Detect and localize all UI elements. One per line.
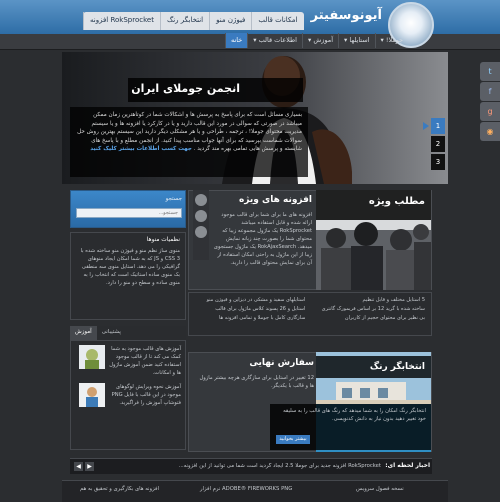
slide-caption: بسیاری مسائل است که برای پاسخ به پرسش ها… [70,107,308,177]
slide-pagination: 1 2 3 [431,118,445,172]
facebook-icon: f [488,87,492,96]
nav-item-styles[interactable]: استایلها ▾ [338,33,374,48]
nav-item-tutorials[interactable]: آموزش ▾ [301,33,338,48]
top-nav-item-roksprocket[interactable]: RokSprocket افزونه [83,12,160,30]
twitter-button[interactable]: t [480,62,500,81]
top-nav-item-fusion-menu[interactable]: فیوژن منو [209,12,251,30]
twitter-icon: t [488,67,492,76]
menu-features-module: نظمیات منوها منوی ساز نظم منو و فیوژن من… [70,232,186,320]
feature-item: ساخته شده با گرید 12 بر اساس فریمورک گان… [321,306,425,312]
site-logo-text[interactable]: آیونوسفیتر [300,8,382,23]
features-row: سازگاری کامل با جوملا و تمامی افزونه ها … [195,314,425,323]
ticker-next-icon[interactable]: ▶ [85,462,94,471]
feature-item: سازگاری کامل با جوملا و تمامی افزونه ها [219,315,306,321]
list-item[interactable]: آموزش های قالب موجود به شما کمک می کند ت… [75,345,181,377]
module-text: منوی ساز نظم منو و فیوژن منو ساخته شده ب… [80,248,180,286]
feature-icons-column [193,190,209,260]
slide-more-link[interactable]: جهت کسب اطلاعات بیشتر کلیک کنید [90,146,192,152]
module-title: نظمیات منوها [146,237,180,243]
feature-item: استایل و 26 پسوند کلاس ماژول برای قالب [215,306,306,312]
post-text: آموزش های قالب موجود به شما کمک می کند ت… [109,346,181,376]
post-thumbnail [79,383,105,407]
main-nav: خانه اطلاعات قالب ▾ آموزش ▾ استایلها ▾ ج… [225,33,408,48]
ticker-text[interactable]: RokSprocket افزونه جدید برای جوملا 2.5 ا… [96,463,381,469]
final-order-title: سفارش نهایی [249,358,314,368]
tab-tutorials[interactable]: آموزش [70,326,97,340]
ticker-prev-icon[interactable]: ◀ [74,462,83,471]
top-nav-item-color-chooser[interactable]: انتخابگر رنگ [159,12,209,30]
top-nav-item-template-features[interactable]: امکانات قالب [251,12,303,30]
search-input[interactable] [76,208,182,218]
rss-icon: ◉ [486,127,494,136]
top-nav: RokSprocket افزونه انتخابگر رنگ فیوژن من… [83,12,304,30]
twitter-round-icon[interactable] [195,194,207,206]
slide-pointer-icon [423,122,429,130]
google-button[interactable]: g [480,102,500,121]
footer-right-text: نسخه فصول سرویس [356,486,404,492]
nav-item-home[interactable]: خانه [225,33,248,48]
nav-item-joomla[interactable]: جوملا! ▾ [374,33,409,48]
google-icon: g [487,107,493,116]
nav-item-template-info[interactable]: اطلاعات قالب ▾ [247,33,302,48]
facebook-button[interactable]: f [480,82,500,101]
features-list: استایلهای سفید و مشکی در دیزاین و فیوژن … [188,292,432,336]
post-thumbnail [79,345,105,369]
post-text: آموزش نحوه ویرایش لوگوهای موجود در این ق… [111,384,181,406]
features-row: استایل و 26 پسوند کلاس ماژول برای قالب س… [195,305,425,314]
final-order-text: 12 تغییر در استایل برای سازگاری هرچه بیش… [199,375,314,389]
feature-item: استایلهای سفید و مشکی در دیزاین و فیوژن … [206,297,306,303]
mail-round-icon[interactable] [195,226,207,238]
slide-page-2[interactable]: 2 [431,136,445,152]
tab-content: آموزش های قالب موجود به شما کمک می کند ت… [70,340,186,450]
forum-round-icon[interactable] [195,210,207,222]
featured-post-title: مطلب ویژه [368,196,425,207]
feature-item: بی نظیر برای محتوای حجیم از کاربران [344,315,425,321]
slide-page-1[interactable]: 1 [431,118,445,134]
features-row: استایلهای سفید و مشکی در دیزاین و فیوژن … [195,296,425,305]
color-chooser-title: انتخابگر رنگ [369,362,425,372]
featured-extensions-title: افزونه های ویژه [238,195,312,205]
slide-page-3[interactable]: 3 [431,154,445,170]
read-more-button[interactable]: بیشتر بخوانید [276,435,310,444]
featured-extensions-text: افزونه های ما برای شما برای قالب موجود ا… [213,212,312,266]
tab-support[interactable]: پشتیبانی [97,326,126,340]
social-sidebar: t f g ◉ [480,62,500,142]
list-item[interactable]: آموزش نحوه ویرایش لوگوهای موجود در این ق… [75,383,181,407]
footer-left-text: افزونه های بکارگیری و تحقیق به هم [80,486,159,492]
feature-item: 5 استایل مختلف و قابل تنظیم [362,297,425,303]
footer-middle-text: ADOBE® FIREWORKS PNG نرم افزار [200,486,293,492]
ticker-label: اخبار لحظه ای: [385,462,430,469]
search-label: جستجو [165,196,182,202]
slide-title: انجمن جوملای ایران [131,82,240,95]
tabs-bar: آموزش پشتیبانی [70,326,186,340]
rss-button[interactable]: ◉ [480,122,500,141]
